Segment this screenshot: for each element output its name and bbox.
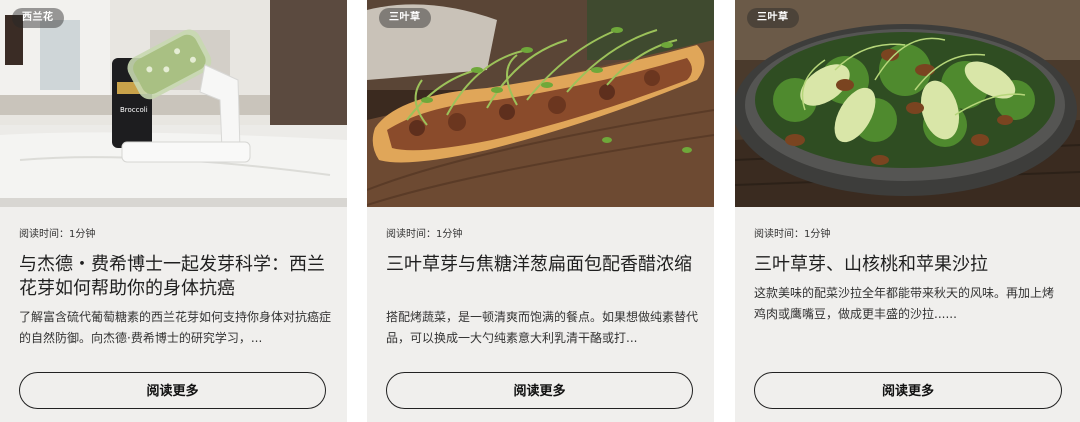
salad-bowl-illustration <box>735 0 1080 207</box>
flatbread-illustration <box>367 0 714 207</box>
category-tag: 三叶草 <box>379 8 431 28</box>
read-more-button[interactable]: 阅读更多 <box>386 372 693 409</box>
article-image[interactable]: 三叶草 <box>367 0 714 207</box>
card-body: 阅读时间：1分钟 三叶草芽、山核桃和苹果沙拉 这款美味的配菜沙拉全年都能带来秋天… <box>754 207 1064 325</box>
article-excerpt: 搭配烤蔬菜，是一顿清爽而饱满的餐点。如果想做纯素替代品，可以换成一大勺纯素意大利… <box>386 310 698 345</box>
article-excerpt: 这款美味的配菜沙拉全年都能带来秋天的风味。再加上烤鸡肉或鹰嘴豆，做成更丰盛的沙拉… <box>754 286 1055 321</box>
card-body: 阅读时间：1分钟 三叶草芽与焦糖洋葱扁面包配香醋浓缩 搭配烤蔬菜，是一顿清爽而饱… <box>386 207 698 349</box>
article-title[interactable]: 三叶草芽与焦糖洋葱扁面包配香醋浓缩 <box>386 253 698 301</box>
package-label: Broccoli <box>120 106 148 114</box>
article-title[interactable]: 与杰德・费希博士一起发芽科学：西兰花芽如何帮助你的身体抗癌 <box>19 253 331 301</box>
article-card[interactable]: Broccoli 西兰花 阅读时间：1分钟 与杰德・费希博士一起发芽科学：西兰花… <box>0 0 347 422</box>
read-time: 阅读时间：1分钟 <box>386 229 463 240</box>
read-more-button[interactable]: 阅读更多 <box>19 372 326 409</box>
category-tag: 西兰花 <box>12 8 64 28</box>
read-more-button[interactable]: 阅读更多 <box>754 372 1062 409</box>
read-time: 阅读时间：1分钟 <box>19 229 96 240</box>
article-card-list: Broccoli 西兰花 阅读时间：1分钟 与杰德・费希博士一起发芽科学：西兰花… <box>0 0 1080 422</box>
article-image[interactable]: Broccoli 西兰花 <box>0 0 347 207</box>
category-tag: 三叶草 <box>747 8 799 28</box>
article-image[interactable]: 三叶草 <box>735 0 1080 207</box>
article-card[interactable]: 三叶草 阅读时间：1分钟 三叶草芽、山核桃和苹果沙拉 这款美味的配菜沙拉全年都能… <box>735 0 1080 422</box>
card-body: 阅读时间：1分钟 与杰德・费希博士一起发芽科学：西兰花芽如何帮助你的身体抗癌 了… <box>19 207 331 349</box>
article-card[interactable]: 三叶草 阅读时间：1分钟 三叶草芽与焦糖洋葱扁面包配香醋浓缩 搭配烤蔬菜，是一顿… <box>367 0 714 422</box>
read-time: 阅读时间：1分钟 <box>754 229 831 240</box>
sprouting-jar-illustration: Broccoli <box>0 0 347 207</box>
article-excerpt: 了解富含硫代葡萄糖素的西兰花芽如何支持你身体对抗癌症的自然防御。向杰德·费希博士… <box>19 310 331 345</box>
